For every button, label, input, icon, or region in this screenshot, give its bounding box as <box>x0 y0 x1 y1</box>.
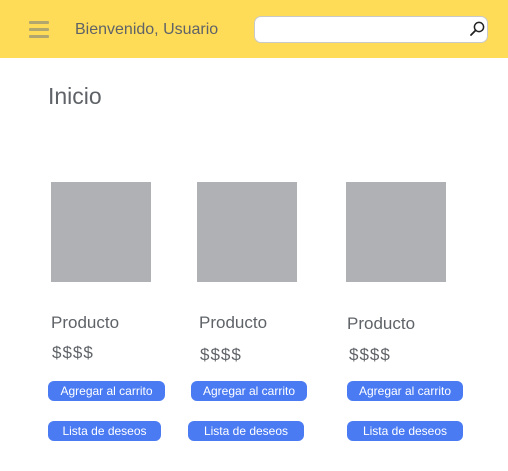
product-image-placeholder[interactable] <box>346 182 446 282</box>
page-title: Inicio <box>48 83 102 109</box>
add-to-cart-button[interactable]: Agregar al carrito <box>191 381 307 401</box>
welcome-message: Bienvenido, Usuario <box>75 21 219 38</box>
search-input[interactable] <box>263 20 463 39</box>
search-box[interactable] <box>254 16 488 43</box>
add-to-cart-button[interactable]: Agregar al carrito <box>48 381 165 401</box>
product-name: Producto <box>51 313 120 332</box>
wishlist-button[interactable]: Lista de deseos <box>48 421 161 441</box>
product-image-placeholder[interactable] <box>197 182 297 282</box>
product-price: $$$$ <box>349 345 391 364</box>
product-card: Producto $$$$ Agregar al carrito Lista d… <box>48 182 181 452</box>
wishlist-button[interactable]: Lista de deseos <box>188 421 304 441</box>
product-price: $$$$ <box>200 345 242 364</box>
search-icon[interactable] <box>468 20 486 38</box>
product-name: Producto <box>347 314 416 333</box>
product-name: Producto <box>199 313 268 332</box>
wishlist-button[interactable]: Lista de deseos <box>347 421 463 441</box>
product-card: Producto $$$$ Agregar al carrito Lista d… <box>346 182 476 452</box>
product-card: Producto $$$$ Agregar al carrito Lista d… <box>188 182 327 452</box>
top-bar: Bienvenido, Usuario <box>0 0 508 58</box>
product-price: $$$$ <box>52 343 94 362</box>
hamburger-menu-icon[interactable] <box>29 21 49 39</box>
product-image-placeholder[interactable] <box>51 182 151 282</box>
add-to-cart-button[interactable]: Agregar al carrito <box>347 381 463 401</box>
